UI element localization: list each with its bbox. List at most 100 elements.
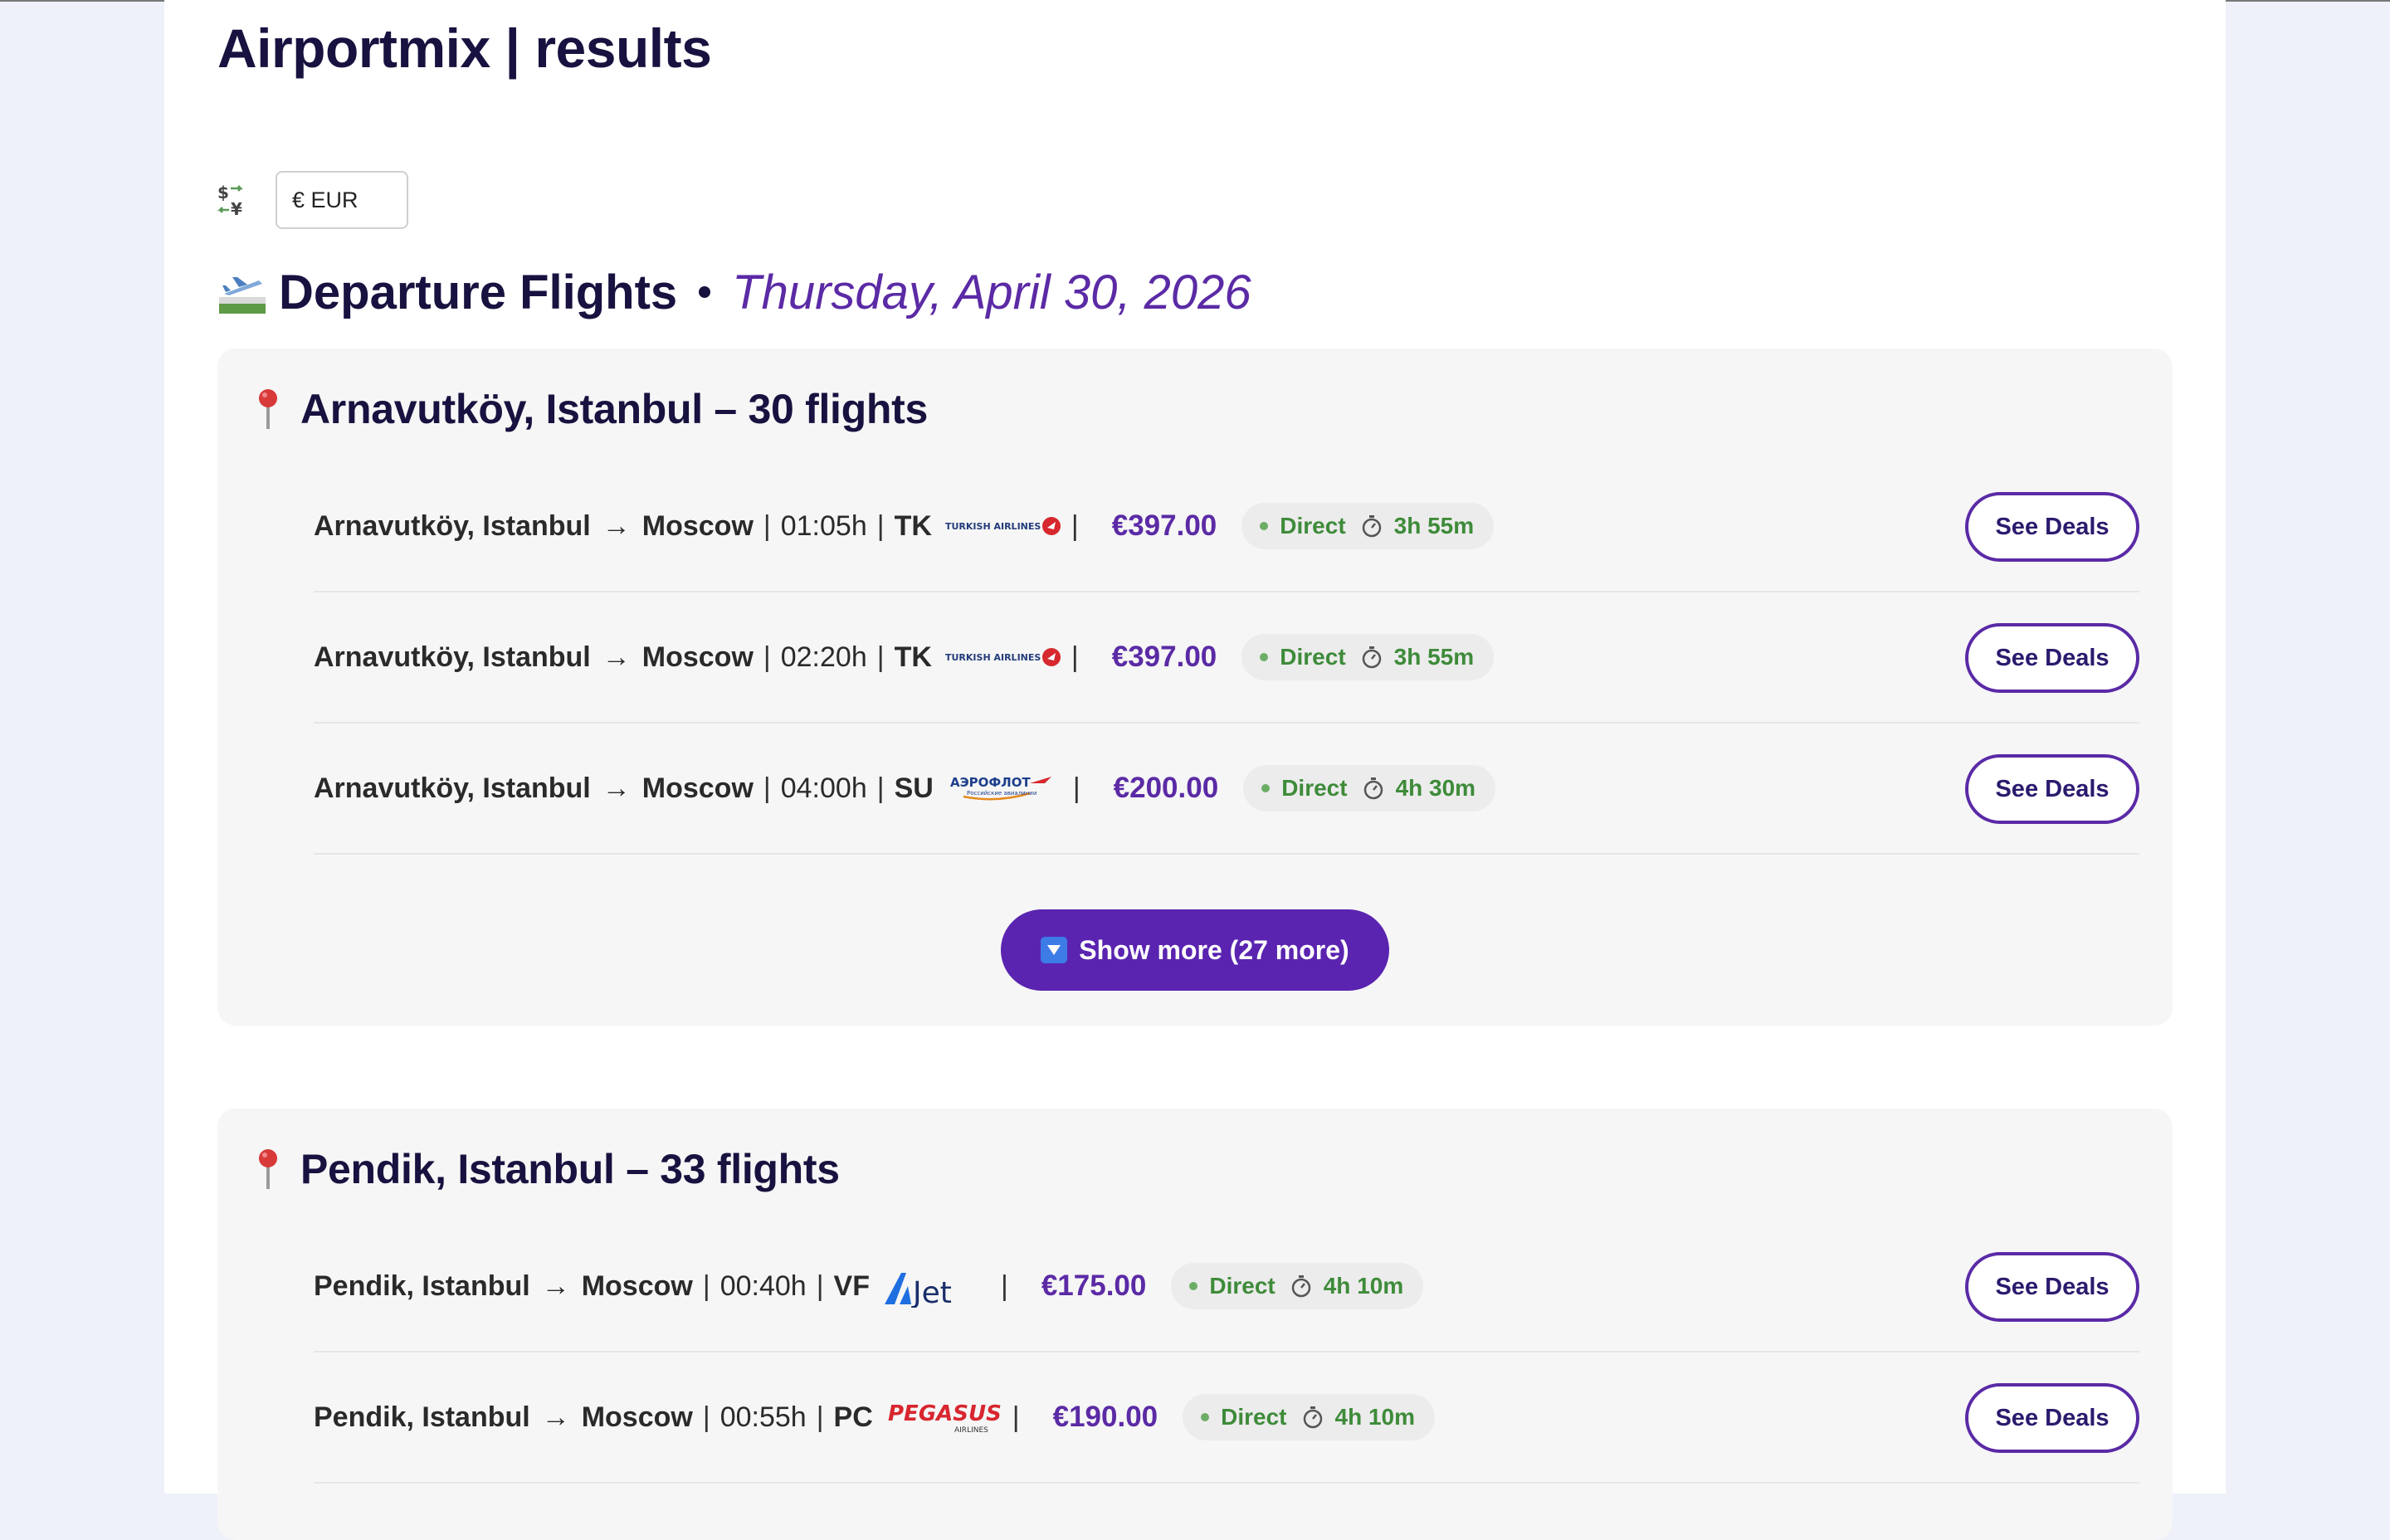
svg-text:TURKISH AIRLINES: TURKISH AIRLINES <box>945 521 1041 532</box>
svg-text:¥: ¥ <box>231 199 242 218</box>
flight-origin: Arnavutköy, Istanbul <box>314 641 591 673</box>
carrier-code: TK <box>894 641 932 673</box>
arrow-right-icon: → <box>602 772 631 804</box>
ajet-logo: Jet <box>883 1270 991 1310</box>
flight-origin: Pendik, Istanbul <box>314 1401 530 1433</box>
flight-time: 04:00h <box>780 772 867 804</box>
flight-time: 02:20h <box>780 641 867 673</box>
show-more-button[interactable]: Show more (27 more) <box>1001 909 1389 991</box>
down-arrow-icon <box>1041 937 1068 963</box>
flight-badge: Direct 4h 10m <box>1183 1394 1436 1440</box>
group-header: Arnavutköy, Istanbul – 30 flights <box>256 385 928 433</box>
pegasus-logo: PEGASUS AIRLINES <box>886 1401 1002 1435</box>
group-title: Pendik, Istanbul – 33 flights <box>300 1146 840 1192</box>
stopwatch-icon <box>1290 1274 1312 1298</box>
flight-destination: Moscow <box>641 641 754 673</box>
flight-price: €190.00 <box>1052 1401 1158 1433</box>
see-deals-button[interactable]: See Deals <box>1965 754 2139 824</box>
see-deals-button[interactable]: See Deals <box>1965 1252 2139 1322</box>
flight-price: €397.00 <box>1111 641 1217 673</box>
flight-type: Direct <box>1280 644 1346 670</box>
flight-origin: Arnavutköy, Istanbul <box>314 509 591 542</box>
flight-badge: Direct 4h 30m <box>1243 765 1496 811</box>
see-deals-button[interactable]: See Deals <box>1965 1383 2139 1453</box>
flight-duration: 3h 55m <box>1393 644 1475 670</box>
currency-selector-row: $ ¥ € EUR <box>217 171 408 229</box>
turkish-airlines-logo: TURKISH AIRLINES <box>945 641 1061 674</box>
status-dot-icon <box>1261 784 1271 792</box>
group-title: Arnavutköy, Istanbul – 30 flights <box>300 386 928 432</box>
currency-select[interactable]: € EUR <box>276 171 408 229</box>
page-title: Airportmix | results <box>217 17 712 79</box>
flight-destination: Moscow <box>641 772 754 804</box>
flight-type: Direct <box>1221 1404 1287 1430</box>
carrier-code: SU <box>894 772 934 804</box>
flight-row: Arnavutköy, Istanbul → Moscow | 01:05h |… <box>314 461 2139 592</box>
departure-header: Departure Flights Thursday, April 30, 20… <box>217 259 1251 325</box>
airport-group-pendik: Pendik, Istanbul – 33 flights Pendik, Is… <box>217 1109 2173 1540</box>
location-pin-icon <box>256 1148 280 1191</box>
flight-summary: Pendik, Istanbul → Moscow | 00:40h | VF … <box>314 1221 1424 1351</box>
flight-destination: Moscow <box>581 1270 693 1302</box>
separator-dot <box>699 286 711 298</box>
flight-summary: Arnavutköy, Istanbul → Moscow | 02:20h |… <box>314 592 1495 722</box>
flight-badge: Direct 3h 55m <box>1241 634 1495 680</box>
page-container: Airportmix | results $ ¥ € EUR Departure… <box>164 0 2226 1540</box>
aeroflot-logo: АЭРОФЛОТ Российские авиалинии <box>947 772 1063 805</box>
see-deals-button[interactable]: See Deals <box>1965 492 2139 562</box>
flight-row: Arnavutköy, Istanbul → Moscow | 04:00h |… <box>314 724 2139 855</box>
status-dot-icon <box>1201 1413 1210 1421</box>
status-dot-icon <box>1189 1282 1198 1290</box>
flight-type: Direct <box>1280 513 1346 539</box>
status-dot-icon <box>1260 653 1269 661</box>
flight-price: €397.00 <box>1111 509 1217 542</box>
stopwatch-icon <box>1361 514 1383 538</box>
carrier-code: VF <box>833 1270 870 1302</box>
stopwatch-icon <box>1361 646 1383 669</box>
flight-row: Pendik, Istanbul → Moscow | 00:55h | PC … <box>314 1352 2139 1484</box>
flight-summary: Pendik, Istanbul → Moscow | 00:55h | PC … <box>314 1352 1436 1482</box>
arrow-right-icon: → <box>541 1401 570 1433</box>
carrier-code: PC <box>833 1401 873 1433</box>
show-more-label: Show more (27 more) <box>1079 934 1349 965</box>
group-header: Pendik, Istanbul – 33 flights <box>256 1145 840 1193</box>
departure-date: Thursday, April 30, 2026 <box>732 265 1251 319</box>
flight-badge: Direct 3h 55m <box>1241 503 1495 549</box>
flight-destination: Moscow <box>641 509 754 542</box>
flight-row: Pendik, Istanbul → Moscow | 00:40h | VF … <box>314 1221 2139 1352</box>
see-deals-button[interactable]: See Deals <box>1965 623 2139 693</box>
flight-summary: Arnavutköy, Istanbul → Moscow | 01:05h |… <box>314 461 1495 591</box>
flight-time: 00:55h <box>719 1401 807 1433</box>
svg-text:AIRLINES: AIRLINES <box>954 1426 988 1435</box>
flight-price: €200.00 <box>1113 772 1219 804</box>
flight-duration: 3h 55m <box>1393 513 1475 539</box>
stopwatch-icon <box>1363 777 1384 800</box>
flight-duration: 4h 10m <box>1334 1404 1416 1430</box>
svg-text:Jet: Jet <box>911 1276 952 1308</box>
location-pin-icon <box>256 387 280 431</box>
arrow-right-icon: → <box>602 641 631 673</box>
arrow-right-icon: → <box>602 509 631 542</box>
flight-duration: 4h 30m <box>1395 775 1476 801</box>
svg-text:$: $ <box>217 183 229 202</box>
departure-title: Departure Flights <box>279 265 678 319</box>
flight-time: 00:40h <box>719 1270 807 1302</box>
arrow-right-icon: → <box>541 1270 570 1302</box>
flight-origin: Arnavutköy, Istanbul <box>314 772 591 804</box>
svg-text:Российские авиалинии: Российские авиалинии <box>967 790 1036 797</box>
airplane-departure-icon <box>217 269 267 315</box>
svg-text:PEGASUS: PEGASUS <box>888 1401 1002 1426</box>
flight-row: Arnavutköy, Istanbul → Moscow | 02:20h |… <box>314 592 2139 724</box>
flight-badge: Direct 4h 10m <box>1171 1263 1424 1309</box>
svg-text:АЭРОФЛОТ: АЭРОФЛОТ <box>950 775 1031 790</box>
flight-origin: Pendik, Istanbul <box>314 1270 530 1302</box>
airport-group-arnavutkoy: Arnavutköy, Istanbul – 30 flights Arnavu… <box>217 348 2173 1026</box>
flight-type: Direct <box>1281 775 1348 801</box>
flight-price: €175.00 <box>1041 1270 1147 1302</box>
carrier-code: TK <box>894 509 932 542</box>
flight-summary: Arnavutköy, Istanbul → Moscow | 04:00h |… <box>314 724 1496 853</box>
status-dot-icon <box>1260 522 1269 530</box>
stopwatch-icon <box>1302 1406 1324 1429</box>
currency-exchange-icon: $ ¥ <box>217 182 249 219</box>
flight-type: Direct <box>1209 1273 1275 1299</box>
